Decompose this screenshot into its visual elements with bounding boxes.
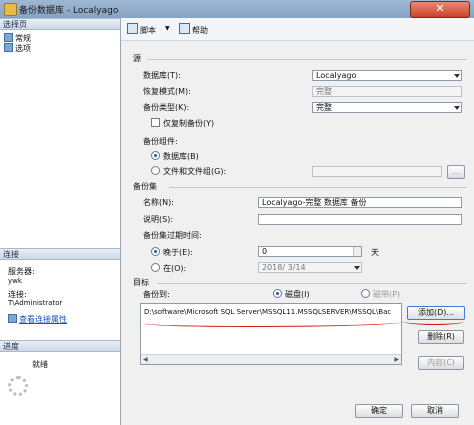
cancel-button[interactable]: 取消: [411, 404, 459, 418]
radio-selected-icon: [151, 151, 160, 160]
disk-radio[interactable]: 磁盘(I): [273, 289, 310, 300]
expire-days-stepper[interactable]: 0: [258, 246, 362, 257]
close-icon: ✕: [435, 2, 445, 15]
progress-header: 进度: [0, 340, 120, 352]
group-divider: [169, 187, 467, 188]
right-pane: 脚本 ▼ 帮助 源 数据库(T): Localyago 恢复模式(M): 完整 …: [121, 18, 474, 425]
description-input[interactable]: [258, 214, 462, 225]
nav-item-options[interactable]: 选项: [4, 43, 31, 53]
recovery-model-label: 恢复模式(M):: [143, 87, 191, 96]
backup-type-select[interactable]: 完整: [312, 102, 462, 113]
tape-radio[interactable]: 磁带(P): [361, 289, 400, 300]
group-divider: [157, 283, 467, 284]
add-destination-button[interactable]: 添加(D)...: [407, 306, 465, 320]
radio-icon: [151, 166, 160, 175]
progress-spinner-icon: [8, 376, 28, 396]
nav-item-general[interactable]: 常规: [4, 33, 31, 43]
radio-selected-icon: [273, 289, 282, 298]
backup-name-input[interactable]: Localyago-完整 数据库 备份: [258, 197, 462, 208]
nav-item-label: 常规: [15, 34, 31, 43]
left-pane: 选择页 常规 选项 连接 服务器: ywk 连接: T\Administrato…: [0, 18, 121, 425]
database-label: 数据库(T):: [143, 71, 181, 80]
browse-button[interactable]: ...: [447, 165, 465, 179]
chevron-down-icon: [454, 74, 460, 78]
title-bar: 备份数据库 - Localyago ✕: [0, 0, 474, 19]
expire-label: 备份集过期时间:: [143, 231, 202, 240]
group-divider: [147, 59, 467, 60]
contents-button[interactable]: 内容(C): [418, 356, 464, 370]
select-page-header: 选择页: [0, 18, 120, 30]
destination-list[interactable]: D:\software\Microsoft SQL Server\MSSQL11…: [140, 303, 402, 365]
toolbar: 脚本 ▼ 帮助: [121, 18, 474, 41]
horizontal-scrollbar[interactable]: ◀ ▶: [141, 354, 401, 364]
database-icon: [4, 3, 17, 16]
expire-after-radio[interactable]: 晚于(E):: [151, 247, 193, 258]
page-icon: [4, 33, 13, 42]
backup-name-label: 名称(N):: [143, 198, 174, 207]
progress-status: 就绪: [32, 360, 48, 369]
stepper-arrows-icon: [353, 247, 361, 256]
help-button[interactable]: 帮助: [179, 23, 208, 36]
database-select[interactable]: Localyago: [312, 70, 462, 81]
connection-value: T\Administrator: [8, 299, 63, 307]
component-files-radio[interactable]: 文件和文件组(G):: [151, 166, 226, 177]
script-icon: [127, 23, 138, 34]
source-group-header: 源: [133, 54, 141, 63]
description-label: 说明(S):: [143, 215, 174, 224]
copy-only-checkbox[interactable]: 仅复制备份(Y): [151, 118, 214, 129]
backup-to-label: 备份到:: [143, 290, 170, 299]
backup-type-label: 备份类型(K):: [143, 103, 190, 112]
radio-selected-icon: [151, 247, 160, 256]
days-unit: 天: [371, 248, 379, 257]
expire-date-picker[interactable]: 2018/ 3/14: [258, 262, 362, 273]
chevron-down-icon: [454, 106, 460, 110]
recovery-model-field: 完整: [312, 86, 462, 97]
list-item[interactable]: D:\software\Microsoft SQL Server\MSSQL11…: [144, 308, 391, 317]
window-title: 备份数据库 - Localyago: [19, 6, 119, 16]
component-database-radio[interactable]: 数据库(B): [151, 151, 199, 162]
close-button[interactable]: ✕: [410, 1, 470, 18]
ok-button[interactable]: 确定: [355, 404, 403, 418]
chevron-down-icon: [354, 266, 360, 270]
server-value: ywk: [8, 277, 22, 285]
help-icon: [179, 23, 190, 34]
page-icon: [4, 43, 13, 52]
checkbox-icon: [151, 118, 160, 127]
scroll-right-icon[interactable]: ▶: [394, 357, 399, 363]
backup-set-group-header: 备份集: [133, 182, 157, 191]
expire-on-radio[interactable]: 在(O):: [151, 263, 186, 274]
nav-item-label: 选项: [15, 44, 31, 53]
script-button[interactable]: 脚本: [127, 23, 156, 36]
scroll-left-icon[interactable]: ◀: [143, 357, 148, 363]
radio-icon: [361, 289, 370, 298]
remove-destination-button[interactable]: 删除(R): [418, 330, 464, 344]
backup-component-label: 备份组件:: [143, 137, 178, 146]
view-connection-properties-link[interactable]: 查看连接属性: [8, 314, 67, 325]
target-group-header: 目标: [133, 278, 149, 287]
script-dropdown-icon[interactable]: ▼: [165, 23, 170, 34]
connection-header: 连接: [0, 248, 120, 260]
radio-icon: [151, 263, 160, 272]
files-field: [312, 166, 442, 177]
properties-icon: [8, 314, 17, 323]
